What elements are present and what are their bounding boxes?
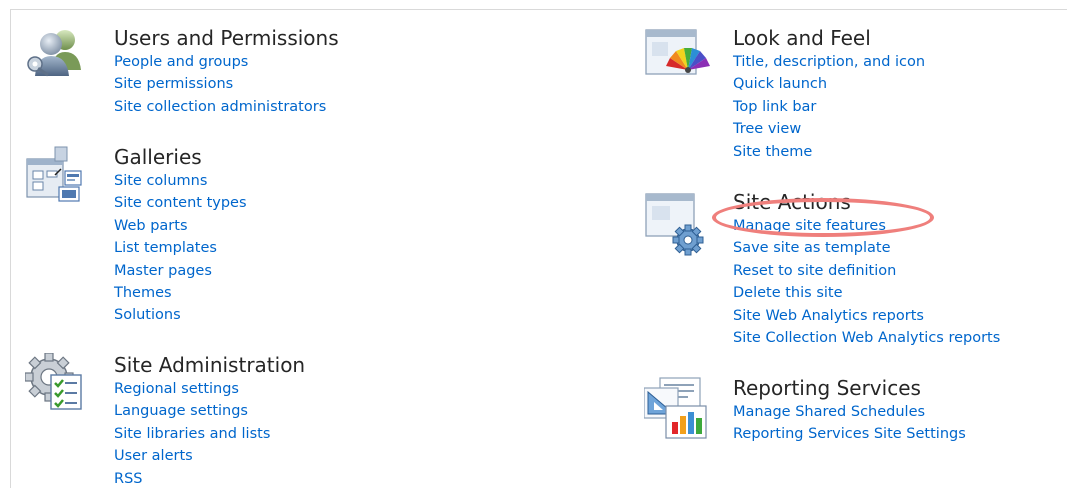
section-galleries-body: Galleries Site columns Site content type… bbox=[114, 145, 247, 326]
link-site-permissions[interactable]: Site permissions bbox=[114, 76, 233, 92]
link-site-collection-web-analytics-reports[interactable]: Site Collection Web Analytics reports bbox=[733, 330, 1000, 346]
link-themes[interactable]: Themes bbox=[114, 285, 172, 301]
section-title-reporting-services: Reporting Services bbox=[733, 376, 921, 400]
left-divider bbox=[10, 9, 11, 488]
list-item: Manage Shared Schedules bbox=[733, 400, 966, 422]
link-site-columns[interactable]: Site columns bbox=[114, 173, 207, 189]
section-reporting-body: Reporting Services Manage Shared Schedul… bbox=[733, 376, 966, 445]
section-siteadmin-body: Site Administration Regional settings La… bbox=[114, 353, 305, 489]
link-title-description-icon[interactable]: Title, description, and icon bbox=[733, 54, 925, 70]
section-siteactions-body: Site Actions Manage site features Save s… bbox=[733, 190, 1000, 348]
list-item: List templates bbox=[114, 236, 247, 258]
list-item: Regional settings bbox=[114, 377, 305, 399]
link-manage-shared-schedules[interactable]: Manage Shared Schedules bbox=[733, 404, 925, 420]
link-list-templates[interactable]: List templates bbox=[114, 240, 217, 256]
link-save-site-as-template[interactable]: Save site as template bbox=[733, 240, 891, 256]
list-item: Themes bbox=[114, 281, 247, 303]
link-manage-site-features[interactable]: Manage site features bbox=[733, 218, 886, 234]
galleries-icon bbox=[25, 145, 83, 203]
reporting-services-icon bbox=[643, 376, 707, 439]
top-divider bbox=[10, 9, 1067, 10]
list-item: Reporting Services Site Settings bbox=[733, 422, 966, 444]
section-title-site-administration: Site Administration bbox=[114, 353, 306, 377]
site-actions-icon bbox=[644, 190, 704, 256]
link-rss[interactable]: RSS bbox=[114, 471, 142, 487]
link-solutions[interactable]: Solutions bbox=[114, 307, 181, 323]
list-item: Reset to site definition bbox=[733, 259, 1000, 281]
link-site-collection-administrators[interactable]: Site collection administrators bbox=[114, 99, 326, 115]
section-title-galleries: Galleries bbox=[114, 145, 202, 169]
section-title-site-actions: Site Actions bbox=[733, 190, 851, 214]
link-people-and-groups[interactable]: People and groups bbox=[114, 54, 248, 70]
link-quick-launch[interactable]: Quick launch bbox=[733, 76, 827, 92]
list-item: Site libraries and lists bbox=[114, 422, 305, 444]
list-item: Site Collection Web Analytics reports bbox=[733, 326, 1000, 348]
section-title-users-and-permissions: Users and Permissions bbox=[114, 26, 339, 50]
list-item: Language settings bbox=[114, 399, 305, 421]
list-item: Site permissions bbox=[114, 72, 339, 94]
list-item: Master pages bbox=[114, 259, 247, 281]
list-item: Site Web Analytics reports bbox=[733, 304, 1000, 326]
link-regional-settings[interactable]: Regional settings bbox=[114, 381, 239, 397]
link-list-siteadmin: Regional settings Language settings Site… bbox=[114, 377, 305, 489]
link-web-parts[interactable]: Web parts bbox=[114, 218, 188, 234]
link-list-users: People and groups Site permissions Site … bbox=[114, 50, 339, 117]
list-item: Site theme bbox=[733, 140, 925, 162]
section-lookfeel-body: Look and Feel Title, description, and ic… bbox=[733, 26, 925, 162]
link-master-pages[interactable]: Master pages bbox=[114, 263, 212, 279]
list-item: User alerts bbox=[114, 444, 305, 466]
list-item: Top link bar bbox=[733, 95, 925, 117]
link-site-content-types[interactable]: Site content types bbox=[114, 195, 247, 211]
link-reset-to-site-definition[interactable]: Reset to site definition bbox=[733, 263, 896, 279]
section-title-look-and-feel: Look and Feel bbox=[733, 26, 871, 50]
site-administration-icon bbox=[24, 352, 83, 411]
link-tree-view[interactable]: Tree view bbox=[733, 121, 801, 137]
link-site-theme[interactable]: Site theme bbox=[733, 144, 812, 160]
link-language-settings[interactable]: Language settings bbox=[114, 403, 248, 419]
list-item: Site columns bbox=[114, 169, 247, 191]
link-site-libraries-and-lists[interactable]: Site libraries and lists bbox=[114, 426, 270, 442]
section-users-body: Users and Permissions People and groups … bbox=[114, 26, 339, 117]
look-and-feel-icon bbox=[644, 26, 710, 84]
link-list-siteactions: Manage site features Save site as templa… bbox=[733, 214, 1000, 348]
list-item: Quick launch bbox=[733, 72, 925, 94]
list-item: Site content types bbox=[114, 191, 247, 213]
list-item: Solutions bbox=[114, 303, 247, 325]
link-list-reporting: Manage Shared Schedules Reporting Servic… bbox=[733, 400, 966, 445]
list-item: Tree view bbox=[733, 117, 925, 139]
list-item: Save site as template bbox=[733, 236, 1000, 258]
users-permissions-icon bbox=[25, 26, 83, 84]
list-item: Delete this site bbox=[733, 281, 1000, 303]
link-delete-this-site[interactable]: Delete this site bbox=[733, 285, 843, 301]
list-item: RSS bbox=[114, 467, 305, 489]
link-user-alerts[interactable]: User alerts bbox=[114, 448, 193, 464]
list-item: Site collection administrators bbox=[114, 95, 339, 117]
link-site-web-analytics-reports[interactable]: Site Web Analytics reports bbox=[733, 308, 924, 324]
list-item: People and groups bbox=[114, 50, 339, 72]
link-list-lookfeel: Title, description, and icon Quick launc… bbox=[733, 50, 925, 162]
link-list-galleries: Site columns Site content types Web part… bbox=[114, 169, 247, 326]
link-reporting-services-site-settings[interactable]: Reporting Services Site Settings bbox=[733, 426, 966, 442]
list-item: Title, description, and icon bbox=[733, 50, 925, 72]
link-top-link-bar[interactable]: Top link bar bbox=[733, 99, 816, 115]
list-item: Web parts bbox=[114, 214, 247, 236]
list-item: Manage site features bbox=[733, 214, 1000, 236]
